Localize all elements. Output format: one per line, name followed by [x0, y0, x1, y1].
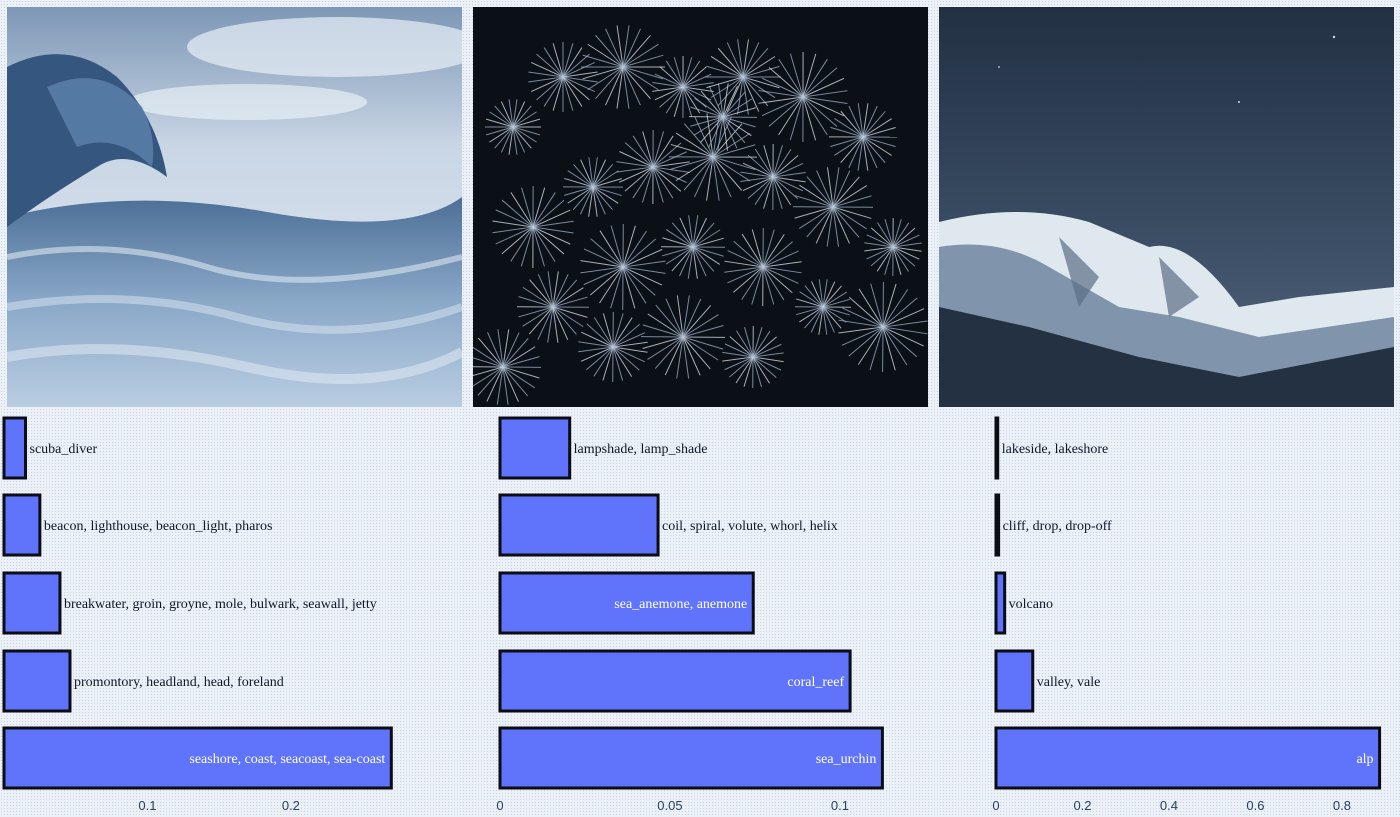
bar-5 — [994, 726, 1382, 790]
x-tick-label: 0.2 — [1073, 798, 1091, 813]
bar-label-1: scuba_diver — [30, 442, 98, 457]
x-tick-label: 0.1 — [138, 798, 156, 813]
snowy-mountain-photo — [939, 7, 1394, 407]
bar-4 — [994, 649, 1035, 713]
bar-label-4: valley, vale — [1037, 675, 1101, 690]
bar-label-5: sea_urchin — [816, 752, 877, 767]
ocean-wave-photo — [7, 7, 462, 407]
bar-label-5: alp — [1356, 752, 1373, 767]
bar-label-3: volcano — [1009, 597, 1053, 612]
x-tick-label: 0 — [496, 798, 503, 813]
bar-label-1: lakeside, lakeshore — [1002, 442, 1109, 457]
bar-label-4: coral_reef — [787, 675, 844, 690]
bar-3 — [994, 571, 1007, 635]
x-tick-label: 0.1 — [831, 798, 849, 813]
bar-label-2: coil, spiral, volute, whorl, helix — [662, 519, 838, 534]
bar-chart-panel-2: lampshade, lamp_shade coil, spiral, volut… — [466, 412, 932, 817]
bar-label-5: seashore, coast, seacoast, sea-coast — [189, 752, 385, 767]
x-tick-label: 0.2 — [282, 798, 300, 813]
x-tick-label: 0.05 — [657, 798, 682, 813]
bar-1 — [994, 416, 1000, 480]
bar-4 — [2, 649, 72, 713]
bar-3 — [2, 571, 62, 635]
x-tick-label: 0.8 — [1333, 798, 1351, 813]
x-tick-label: 0 — [992, 798, 999, 813]
bar-chart-panel-3: lakeside, lakeshore cliff, drop, drop-off… — [932, 412, 1400, 817]
bar-label-2: beacon, lighthouse, beacon_light, pharos — [44, 519, 273, 534]
bar-1 — [2, 416, 28, 480]
bar-chart-panel-1: scuba_diver beacon, lighthouse, beacon_li… — [0, 412, 466, 817]
bar-label-1: lampshade, lamp_shade — [574, 442, 708, 457]
bar-label-3: breakwater, groin, groyne, mole, bulwark… — [64, 597, 377, 612]
x-tick-label: 0.6 — [1246, 798, 1264, 813]
bar-1 — [498, 416, 572, 480]
bar-label-4: promontory, headland, head, foreland — [74, 675, 284, 690]
bar-2 — [2, 493, 42, 557]
x-tick-label: 0.4 — [1160, 798, 1178, 813]
bar-label-2: cliff, drop, drop-off — [1003, 519, 1112, 534]
bar-2 — [994, 493, 1001, 557]
bar-2 — [498, 493, 660, 557]
sea-urchin-photo — [473, 7, 928, 407]
bar-label-3: sea_anemone, anemone — [614, 597, 747, 612]
